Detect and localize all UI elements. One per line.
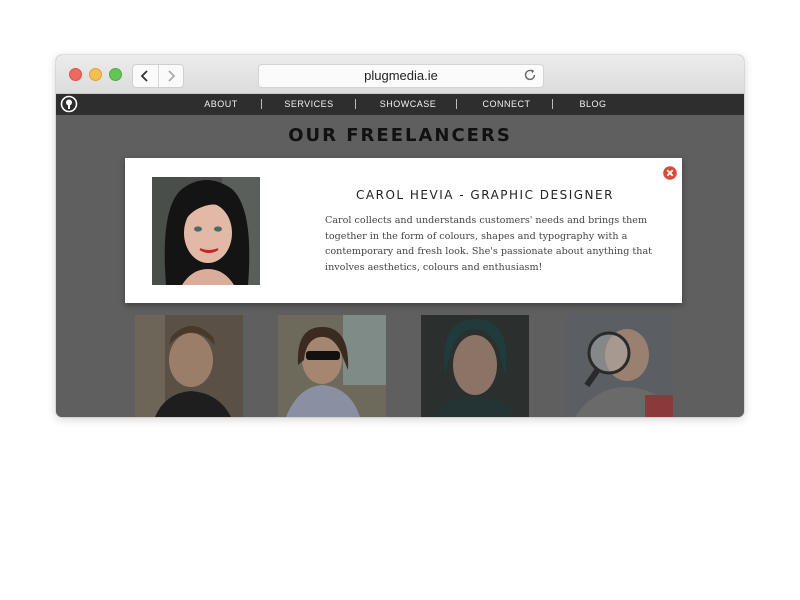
history-buttons bbox=[132, 64, 184, 88]
freelancer-thumbnail[interactable] bbox=[421, 315, 529, 417]
minimize-window-button[interactable] bbox=[89, 68, 102, 81]
back-button[interactable] bbox=[133, 65, 158, 87]
site-navigation: ABOUT SERVICES SHOWCASE CONNECT BLOG bbox=[56, 94, 744, 115]
nav-item-connect[interactable]: CONNECT bbox=[479, 99, 534, 109]
browser-window: plugmedia.ie ABOUT SERVICES SHOWCASE CON… bbox=[56, 55, 744, 417]
reload-icon[interactable] bbox=[523, 68, 537, 82]
chevron-left-icon bbox=[140, 70, 148, 82]
freelancer-photo bbox=[421, 315, 529, 417]
nav-item-showcase[interactable]: SHOWCASE bbox=[378, 99, 438, 109]
freelancer-photo bbox=[278, 315, 386, 417]
freelancer-thumbnail[interactable] bbox=[565, 315, 673, 417]
freelancer-bio: Carol collects and understands customers… bbox=[325, 215, 653, 273]
nav-separator bbox=[456, 99, 457, 109]
freelancer-modal: CAROL HEVIA - GRAPHIC DESIGNER Carol col… bbox=[125, 158, 682, 303]
forward-button[interactable] bbox=[157, 65, 184, 87]
nav-item-blog[interactable]: BLOG bbox=[573, 99, 613, 109]
close-window-button[interactable] bbox=[69, 68, 82, 81]
freelancer-photo bbox=[565, 315, 673, 417]
close-icon[interactable] bbox=[663, 166, 677, 180]
portrait-image bbox=[152, 177, 260, 285]
maximize-window-button[interactable] bbox=[109, 68, 122, 81]
address-bar[interactable]: plugmedia.ie bbox=[258, 64, 544, 88]
freelancer-thumbnail[interactable] bbox=[278, 315, 386, 417]
browser-titlebar: plugmedia.ie bbox=[56, 55, 744, 94]
freelancer-portrait bbox=[152, 177, 260, 285]
nav-separator bbox=[552, 99, 553, 109]
nav-separator bbox=[355, 99, 356, 109]
nav-item-about[interactable]: ABOUT bbox=[196, 99, 246, 109]
nav-item-services[interactable]: SERVICES bbox=[284, 99, 334, 109]
freelancer-name-title: CAROL HEVIA - GRAPHIC DESIGNER bbox=[356, 188, 614, 202]
chevron-right-icon bbox=[168, 70, 176, 82]
freelancer-photo bbox=[135, 315, 243, 417]
nav-separator bbox=[261, 99, 262, 109]
bulb-logo-icon[interactable] bbox=[60, 95, 78, 113]
page-title: OUR FREELANCERS bbox=[288, 125, 512, 146]
freelancer-thumbnail[interactable] bbox=[135, 315, 243, 417]
url-text: plugmedia.ie bbox=[364, 68, 438, 83]
